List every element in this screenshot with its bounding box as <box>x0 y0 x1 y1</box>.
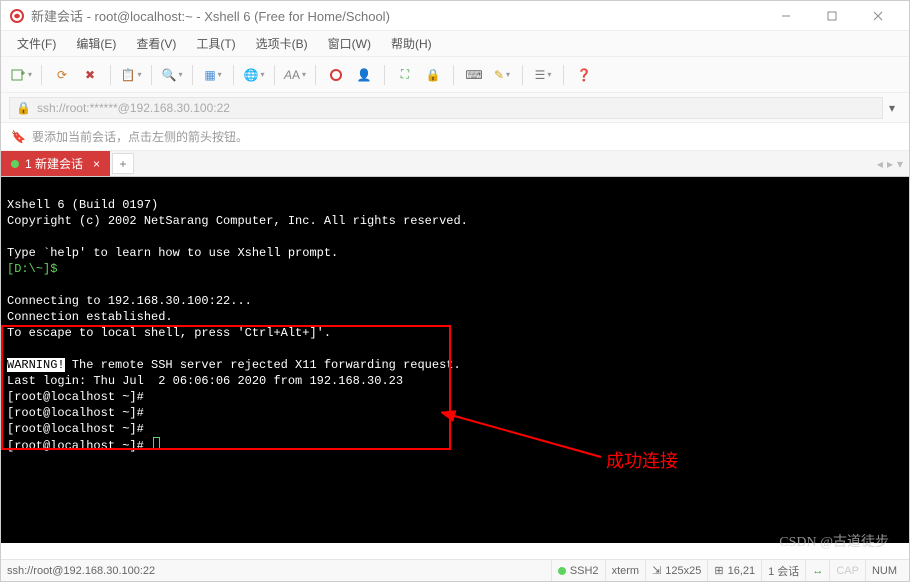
term-line: Connecting to 192.168.30.100:22... <box>7 294 252 308</box>
cursor-icon <box>153 437 160 449</box>
term-prompt: [root@localhost ~]# <box>7 422 144 436</box>
tab-session-1[interactable]: 1 新建会话 × <box>1 151 110 176</box>
term-line: Last login: Thu Jul 2 06:06:06 2020 from… <box>7 374 403 388</box>
tip-text: 要添加当前会话，点击左侧的箭头按钮。 <box>32 128 248 145</box>
status-term: xterm <box>605 560 646 581</box>
status-address: ssh://root@192.168.30.100:22 <box>7 565 551 577</box>
app-icon <box>9 8 25 24</box>
status-sessions: 1 会话 <box>761 560 805 581</box>
term-line: To escape to local shell, press 'Ctrl+Al… <box>7 326 331 340</box>
connected-dot-icon <box>11 160 19 168</box>
reconnect-icon[interactable]: ⟳ <box>50 63 74 87</box>
term-prompt: [D:\~]$ <box>7 262 57 276</box>
lock-icon[interactable]: 🔒 <box>421 63 445 87</box>
term-prompt: [root@localhost ~]# <box>7 439 144 453</box>
annotation-arrow-icon <box>441 407 611 467</box>
status-num: NUM <box>865 560 903 581</box>
status-cursor: ⊞16,21 <box>707 560 761 581</box>
fullscreen-icon[interactable]: ⛶ <box>393 63 417 87</box>
status-bar: ssh://root@192.168.30.100:22 SSH2 xterm … <box>1 559 909 581</box>
terminal[interactable]: Xshell 6 (Build 0197) Copyright (c) 2002… <box>1 177 909 543</box>
tab-nav: ◂ ▸ ▾ <box>871 151 909 176</box>
term-line: Connection established. <box>7 310 173 324</box>
menu-edit[interactable]: 编辑(E) <box>68 32 124 55</box>
resize-icon: ⇲ <box>652 564 661 577</box>
maximize-button[interactable] <box>809 1 855 31</box>
tab-strip: 1 新建会话 × + ◂ ▸ ▾ <box>1 151 909 177</box>
close-button[interactable] <box>855 1 901 31</box>
term-line: Copyright (c) 2002 NetSarang Computer, I… <box>7 214 468 228</box>
tab-next-icon[interactable]: ▸ <box>887 157 893 171</box>
tab-list-icon[interactable]: ▾ <box>897 157 903 171</box>
status-size: ⇲125x25 <box>645 560 707 581</box>
window-buttons <box>763 1 901 31</box>
toolbar: ▾ ⟳ ✖ 📋▾ 🔍▾ ▦▾ 🌐▾ AA▾ 👤 ⛶ 🔒 ⌨ ✎▾ ☰▾ ❓ <box>1 57 909 93</box>
term-line: The remote SSH server rejected X11 forwa… <box>65 358 461 372</box>
tab-prev-icon[interactable]: ◂ <box>877 157 883 171</box>
tab-close-icon[interactable]: × <box>93 157 100 171</box>
status-dot-icon <box>558 567 566 575</box>
minimize-button[interactable] <box>763 1 809 31</box>
font-icon[interactable]: AA▾ <box>283 63 307 87</box>
term-line: Xshell 6 (Build 0197) <box>7 198 158 212</box>
term-prompt: [root@localhost ~]# <box>7 390 144 404</box>
address-text: ssh://root:******@192.168.30.100:22 <box>37 101 230 115</box>
lock-small-icon: 🔒 <box>16 101 31 115</box>
menubar: 文件(F) 编辑(E) 查看(V) 工具(T) 选项卡(B) 窗口(W) 帮助(… <box>1 31 909 57</box>
term-line: Type `help' to learn how to use Xshell p… <box>7 246 338 260</box>
new-session-icon[interactable]: ▾ <box>9 63 33 87</box>
highlight-icon[interactable]: ✎▾ <box>490 63 514 87</box>
add-tab-button[interactable]: + <box>112 153 134 174</box>
menu-tools[interactable]: 工具(T) <box>188 32 243 55</box>
help-icon[interactable]: ❓ <box>572 63 596 87</box>
bookmark-icon[interactable]: 🔖 <box>11 130 26 144</box>
menu-tabs[interactable]: 选项卡(B) <box>248 32 316 55</box>
titlebar: 新建会话 - root@localhost:~ - Xshell 6 (Free… <box>1 1 909 31</box>
user-icon[interactable]: 👤 <box>352 63 376 87</box>
annotation-text: 成功连接 <box>606 453 678 469</box>
address-input[interactable]: 🔒 ssh://root:******@192.168.30.100:22 <box>9 97 883 119</box>
window-title: 新建会话 - root@localhost:~ - Xshell 6 (Free… <box>31 6 763 25</box>
properties-icon[interactable]: ▦▾ <box>201 63 225 87</box>
status-cap: CAP <box>829 560 865 581</box>
cursor-pos-icon: ⊞ <box>714 564 723 577</box>
term-prompt: [root@localhost ~]# <box>7 406 144 420</box>
address-dropdown-icon[interactable]: ▾ <box>883 101 901 115</box>
xshell-icon[interactable] <box>324 63 348 87</box>
menu-file[interactable]: 文件(F) <box>9 32 64 55</box>
tab-label: 1 新建会话 <box>25 155 83 172</box>
tip-bar: 🔖 要添加当前会话，点击左侧的箭头按钮。 <box>1 123 909 151</box>
copy-icon[interactable]: 📋▾ <box>119 63 143 87</box>
menu-help[interactable]: 帮助(H) <box>383 32 440 55</box>
term-warning: WARNING! <box>7 358 65 372</box>
search-icon[interactable]: 🔍▾ <box>160 63 184 87</box>
status-connect-icon[interactable]: ↔ <box>805 560 829 581</box>
address-bar: 🔒 ssh://root:******@192.168.30.100:22 ▾ <box>1 93 909 123</box>
keyboard-icon[interactable]: ⌨ <box>462 63 486 87</box>
status-ssh: SSH2 <box>551 560 605 581</box>
disconnect-icon[interactable]: ✖ <box>78 63 102 87</box>
globe-icon[interactable]: 🌐▾ <box>242 63 266 87</box>
menu-window[interactable]: 窗口(W) <box>320 32 379 55</box>
sessions-icon[interactable]: ☰▾ <box>531 63 555 87</box>
watermark: CSDN @古道徒步 <box>779 531 889 551</box>
menu-view[interactable]: 查看(V) <box>128 32 184 55</box>
